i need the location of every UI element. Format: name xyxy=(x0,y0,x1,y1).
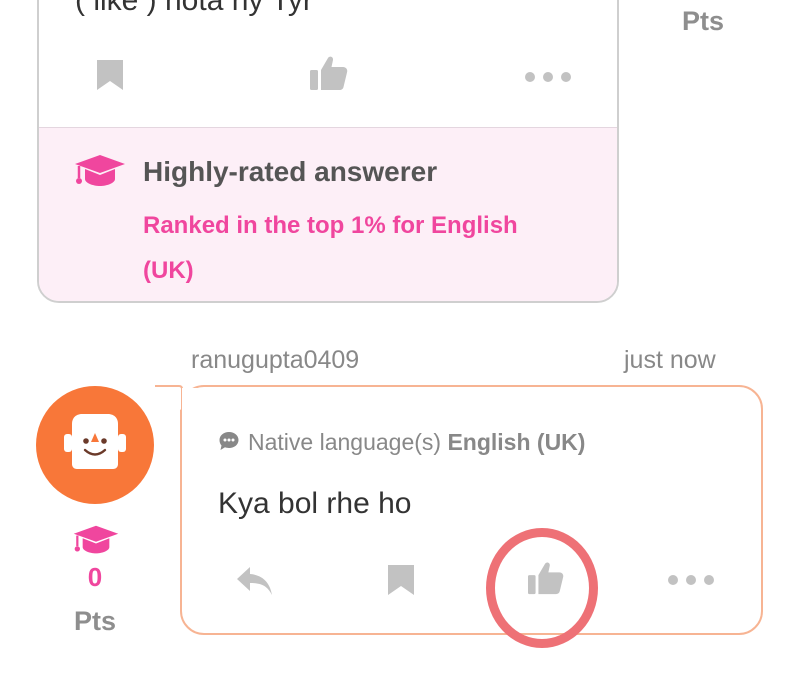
robot-face-icon xyxy=(64,414,126,469)
native-language-value: English (UK) xyxy=(447,429,586,455)
native-language-row: Native language(s) English (UK) xyxy=(218,429,585,456)
bookmark-icon[interactable] xyxy=(385,563,417,597)
answer-text: Kya bol rhe ho xyxy=(218,487,412,520)
bubble-tail xyxy=(155,385,201,413)
like-highlight-ring xyxy=(486,528,598,648)
answer-actions-top xyxy=(39,52,617,96)
graduation-cap-icon xyxy=(73,525,119,554)
speech-bubble-icon xyxy=(219,432,239,450)
badge-subtitle: Ranked in the top 1% for English (UK) xyxy=(143,212,518,284)
avatar[interactable] xyxy=(36,386,154,504)
badge-banner: Highly-rated answerer Ranked in the top … xyxy=(39,127,617,301)
reply-icon[interactable] xyxy=(236,565,274,597)
answer-username[interactable]: ranugupta0409 xyxy=(191,346,359,375)
bookmark-icon[interactable] xyxy=(94,58,126,92)
badge-title: Highly-rated answerer xyxy=(143,156,438,187)
answer-card-top: ( like ) hota hy Tyr Highly-rated answer… xyxy=(37,0,619,303)
answer-timestamp: just now xyxy=(624,346,716,374)
points-label: Pts xyxy=(73,606,117,636)
answer-bubble: Native language(s) English (UK) Kya bol … xyxy=(180,385,763,635)
graduation-cap-icon xyxy=(75,155,125,186)
more-dots-icon[interactable] xyxy=(525,72,571,82)
points-value: 0 xyxy=(87,562,103,592)
top-points-label: Pts xyxy=(682,6,725,36)
thumbs-up-icon[interactable] xyxy=(309,54,349,92)
native-language-label: Native language(s) xyxy=(248,429,442,455)
more-dots-icon[interactable] xyxy=(668,575,714,585)
answer-text-top: ( like ) hota hy Tyr xyxy=(75,0,313,17)
